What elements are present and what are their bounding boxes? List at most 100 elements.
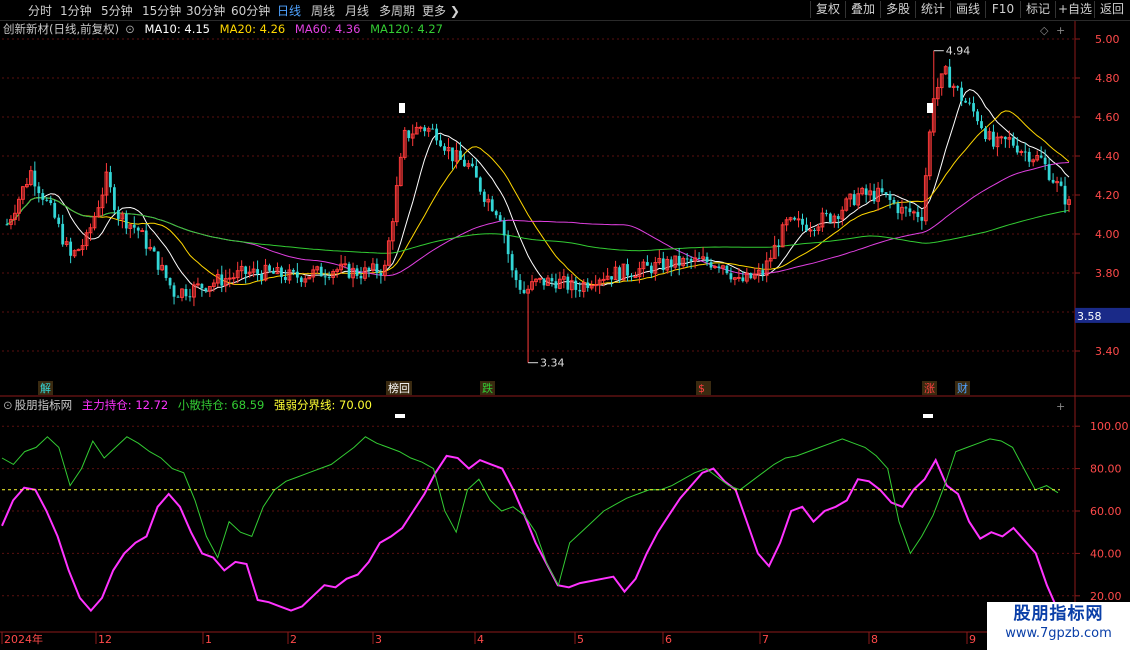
- candle-body: [319, 266, 323, 277]
- candle-body: [709, 262, 713, 268]
- candle-body: [244, 266, 248, 274]
- stock-chart[interactable]: 4.94 3.34 5.00 4.80 4.60 4.40 4.20 4.00 3.80 3.4…: [0, 0, 1130, 650]
- candle-body: [459, 150, 462, 160]
- candle-body: [960, 87, 964, 101]
- candle-body: [45, 199, 49, 201]
- candle-body: [482, 191, 486, 202]
- plus-icon[interactable]: +: [1056, 400, 1065, 413]
- candle-body: [976, 111, 979, 122]
- price-tick-label: 4.40: [1095, 150, 1120, 163]
- price-tick-label: 4.00: [1095, 228, 1120, 241]
- candle-body: [478, 177, 482, 192]
- limit-flag: [923, 414, 933, 418]
- limit-flag: [927, 103, 933, 113]
- candle-body: [200, 283, 204, 289]
- limit-flag: [395, 414, 405, 418]
- candle-body: [872, 190, 876, 202]
- candle-body: [736, 276, 741, 279]
- candle-body: [813, 229, 816, 231]
- candle-body: [1059, 181, 1063, 186]
- candle-body: [220, 274, 224, 286]
- candle-body: [514, 270, 518, 281]
- candle-body: [463, 159, 466, 167]
- candle-body: [506, 235, 510, 255]
- event-marker: 财: [957, 381, 968, 395]
- candle-body: [295, 271, 299, 278]
- candle-body: [132, 224, 136, 228]
- candle-body: [852, 194, 856, 205]
- ma10-line: [6, 88, 1070, 292]
- retail-line: [1, 436, 1059, 587]
- candle-body: [808, 229, 813, 232]
- candle-body: [57, 217, 61, 224]
- price-tick-label: 3.80: [1095, 267, 1120, 280]
- candle-body: [69, 241, 73, 256]
- diamond-icon[interactable]: ◇: [1040, 24, 1049, 37]
- candle-body: [284, 276, 287, 280]
- candle-body: [601, 278, 606, 281]
- ma20-line: [6, 110, 1070, 286]
- candle-body: [1051, 179, 1055, 183]
- indicator-tick-label: 20.00: [1090, 590, 1122, 603]
- candle-body: [443, 146, 446, 151]
- candle-body: [920, 216, 924, 221]
- candle-body: [904, 207, 908, 209]
- candle-body: [793, 217, 796, 220]
- candle-body: [184, 289, 188, 297]
- date-label: 12: [98, 633, 112, 646]
- candle-body: [367, 267, 371, 271]
- candle-body: [116, 210, 120, 219]
- candle-body: [256, 269, 259, 274]
- candle-body: [705, 256, 709, 263]
- candle-body: [538, 277, 542, 280]
- candle-body: [204, 288, 208, 292]
- candle-body: [948, 66, 952, 88]
- candle-body: [291, 269, 295, 272]
- candle-body: [916, 211, 920, 217]
- date-label: 2024年: [4, 632, 43, 646]
- high-label: 4.94: [946, 45, 971, 58]
- date-label: 4: [477, 633, 484, 646]
- candle-body: [518, 280, 522, 290]
- candle-body: [474, 166, 478, 178]
- event-markers: 解 榜回 跌 $ 涨 财: [38, 103, 970, 418]
- candle-body: [188, 296, 192, 298]
- candle-body: [836, 216, 840, 219]
- candle-body: [677, 255, 681, 266]
- candle-body: [964, 100, 967, 103]
- price-tick-label: 5.00: [1095, 33, 1120, 46]
- candle-body: [593, 284, 598, 287]
- candle-body: [41, 193, 45, 200]
- candle-body: [359, 275, 363, 279]
- event-marker: 解: [40, 381, 51, 395]
- event-marker: $: [698, 382, 705, 395]
- plus-icon[interactable]: +: [1056, 24, 1065, 37]
- watermark-url: www.7gpzb.com: [1005, 626, 1112, 641]
- candle-body: [796, 218, 801, 221]
- candle-body: [268, 265, 271, 271]
- candle-body: [729, 273, 733, 280]
- candle-body: [805, 224, 808, 231]
- date-label: 7: [762, 633, 769, 646]
- candle-body: [375, 263, 379, 273]
- candle-body: [864, 188, 868, 195]
- event-marker: 涨: [924, 382, 935, 395]
- candle-body: [435, 128, 438, 141]
- price-tick-label: 4.60: [1095, 111, 1120, 124]
- candle-body: [1027, 151, 1031, 162]
- candle-body: [610, 276, 613, 280]
- candle-body: [685, 258, 689, 260]
- candle-body: [407, 130, 411, 139]
- candle-body: [980, 121, 983, 129]
- candle-body: [542, 278, 546, 286]
- candle-body: [697, 257, 701, 259]
- candle-body: [1047, 164, 1051, 180]
- watermark: 股朋指标网 www.7gpzb.com: [987, 602, 1130, 650]
- candle-body: [880, 188, 884, 193]
- candle-body: [280, 267, 283, 277]
- candle-body: [136, 227, 140, 231]
- candle-body: [1063, 185, 1067, 205]
- candle-body: [578, 289, 582, 292]
- candle-body: [431, 128, 434, 130]
- candle-body: [999, 136, 1004, 139]
